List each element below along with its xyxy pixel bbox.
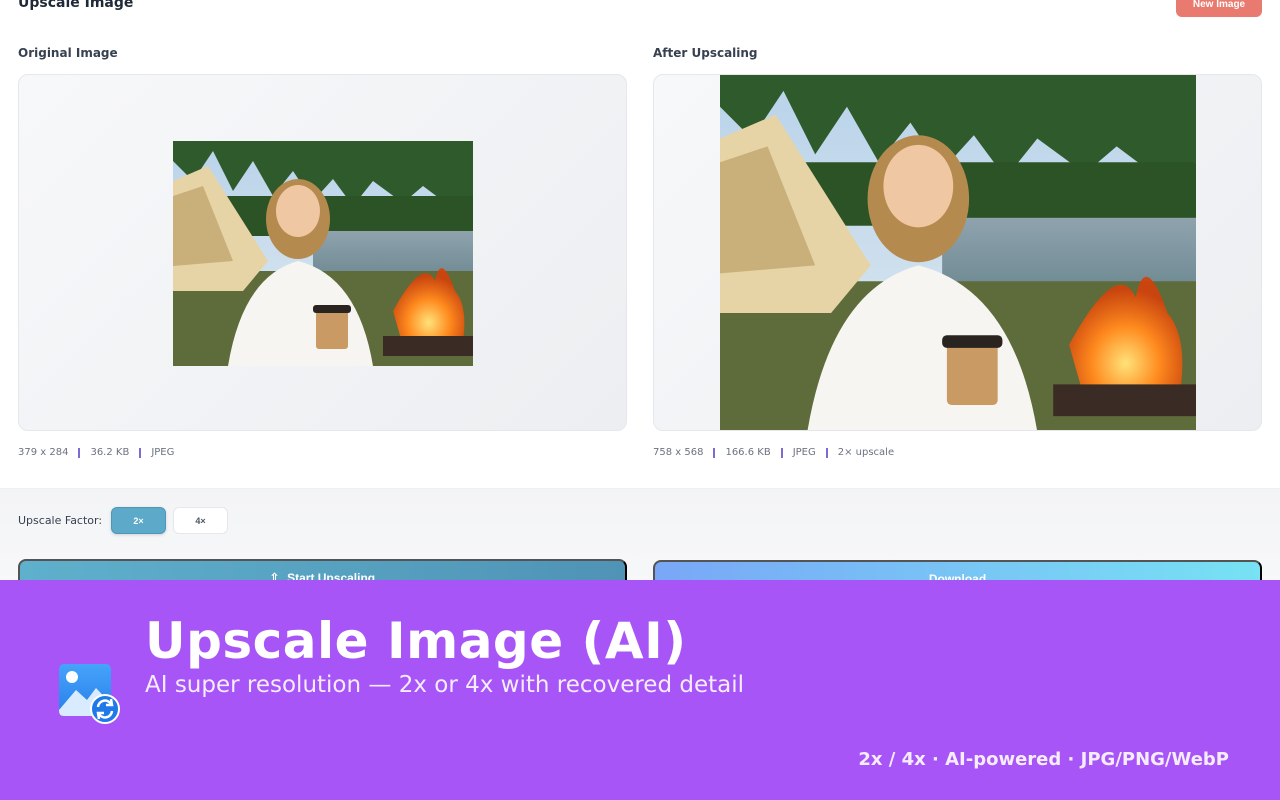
upscaled-photo <box>720 75 1196 430</box>
image-refresh-icon <box>58 662 120 724</box>
camping-photo-large <box>720 75 1196 430</box>
upscaled-format: JPEG <box>792 447 816 458</box>
upscaled-image-label: After Upscaling <box>653 46 758 60</box>
meta-separator <box>825 447 828 458</box>
original-format: JPEG <box>151 447 175 458</box>
original-image-panel <box>18 74 627 431</box>
banner-subtitle: AI super resolution — 2x or 4x with reco… <box>145 672 744 698</box>
original-size: 36.2 KB <box>90 447 130 458</box>
upscale-factor-note: 2× upscale <box>837 447 895 458</box>
original-dimensions: 379 x 284 <box>18 447 69 458</box>
original-image-meta: 379 x 284 36.2 KB JPEG <box>18 447 174 458</box>
upscale-factor-label: Upscale Factor: <box>18 514 103 527</box>
upscaled-size: 166.6 KB <box>725 447 771 458</box>
upscaled-dimensions: 758 x 568 <box>653 447 704 458</box>
banner-tags: 2x / 4x · AI-powered · JPG/PNG/WebP <box>858 749 1229 770</box>
page: Upscale Image New Image Original Image 3… <box>0 0 1280 800</box>
meta-separator <box>139 447 142 458</box>
page-title: Upscale Image <box>18 0 134 11</box>
factor-4x-button[interactable]: 4× <box>173 507 228 534</box>
meta-separator <box>780 447 783 458</box>
upscaled-image-meta: 758 x 568 166.6 KB JPEG 2× upscale <box>653 447 894 458</box>
original-photo <box>173 141 473 366</box>
camping-photo-small <box>173 141 473 366</box>
original-image-label: Original Image <box>18 46 118 60</box>
meta-separator <box>713 447 716 458</box>
upscaled-image-panel <box>653 74 1262 431</box>
banner-title: Upscale Image (AI) <box>145 612 687 670</box>
meta-separator <box>78 447 81 458</box>
factor-2x-button[interactable]: 2× <box>111 507 166 534</box>
new-image-button[interactable]: New Image <box>1176 0 1262 17</box>
